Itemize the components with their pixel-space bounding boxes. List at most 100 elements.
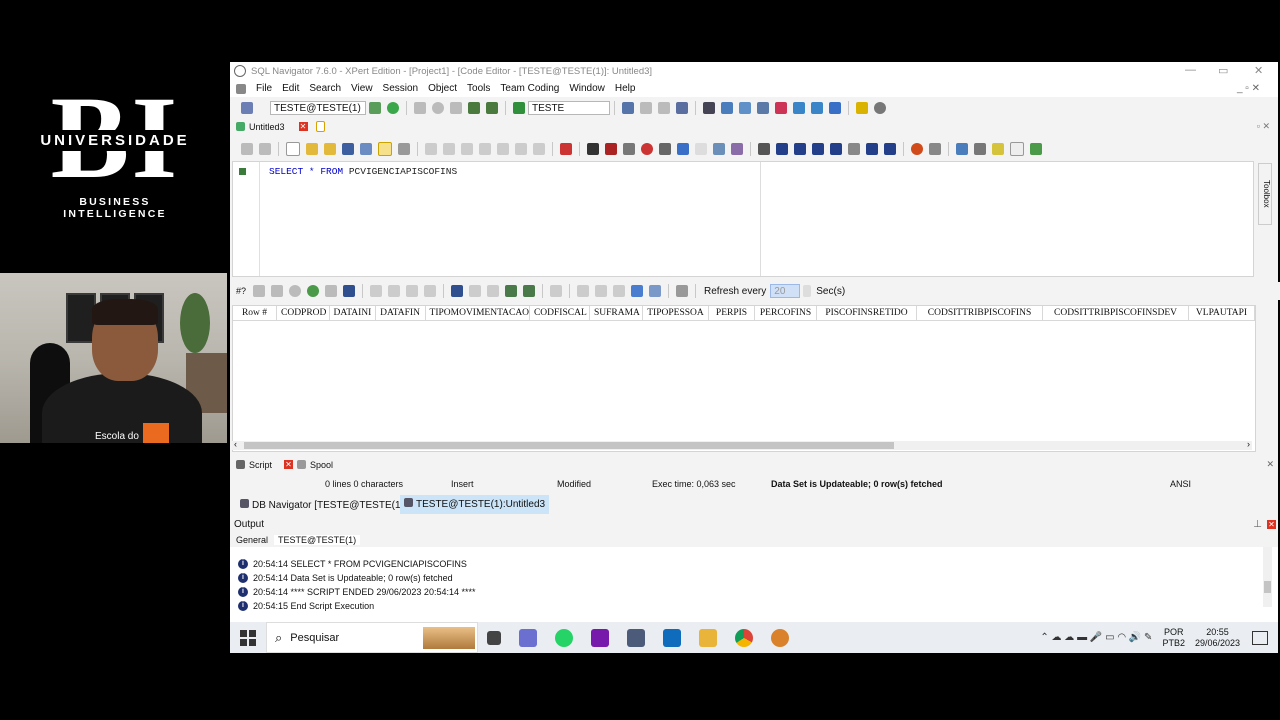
grid-column-header[interactable]: CODPROD (277, 306, 330, 320)
save-grid-icon[interactable] (343, 285, 356, 297)
sql-opt-icon[interactable] (677, 143, 689, 155)
tab-session[interactable]: TESTE@TESTE(1) (274, 535, 361, 545)
first-icon[interactable] (776, 143, 788, 155)
highlight-icon[interactable] (992, 143, 1004, 155)
nav-icon[interactable] (811, 102, 823, 114)
list-icon[interactable] (974, 143, 986, 155)
toolbox-tab[interactable]: Toolbox (1258, 163, 1272, 225)
notifications-icon[interactable] (1252, 630, 1268, 645)
clock[interactable]: 20:55 29/06/2023 (1195, 627, 1240, 649)
project-icon[interactable] (739, 102, 751, 114)
grid-column-header[interactable]: Row # (233, 306, 277, 320)
layout-icon[interactable] (398, 143, 410, 155)
find-object-icon[interactable] (640, 102, 652, 114)
grid-hscrollbar[interactable]: ‹ › (232, 439, 1252, 450)
export-icon[interactable] (829, 102, 841, 114)
explain-icon[interactable] (468, 102, 480, 114)
panel-close-icon[interactable]: ✕ (1266, 459, 1274, 470)
stop-icon[interactable] (432, 102, 444, 114)
taskbar-search[interactable]: ⌕ Pesquisar (266, 622, 478, 653)
filter-icon[interactable] (587, 143, 599, 155)
scroll-right-icon[interactable]: › (1247, 439, 1250, 449)
prior-record-icon[interactable] (388, 285, 401, 297)
sql-navigator-taskbar-icon[interactable] (627, 628, 645, 647)
mdi-controls-icon[interactable]: _ ▫ ✕ (1237, 83, 1260, 94)
new-icon[interactable] (286, 142, 300, 156)
columns-icon[interactable] (550, 285, 563, 297)
execute-icon[interactable] (560, 143, 572, 155)
sql-code[interactable]: SELECT * FROM PCVIGENCIAPISCOFINS (269, 166, 457, 177)
history-icon[interactable] (757, 102, 769, 114)
undo-icon[interactable] (425, 143, 437, 155)
first-record-icon[interactable] (370, 285, 383, 297)
rollback-icon[interactable] (450, 102, 462, 114)
grid-view-icon[interactable] (623, 143, 635, 155)
help-icon[interactable] (856, 102, 868, 114)
refresh-interval-input[interactable]: 20 (770, 284, 801, 298)
tab-script[interactable]: Script (249, 460, 272, 470)
format-icon[interactable] (378, 142, 392, 156)
stop-exec-icon[interactable] (641, 143, 653, 155)
cancel-icon[interactable] (289, 285, 302, 297)
app-menu-icon[interactable] (236, 83, 246, 94)
tree-icon[interactable] (793, 102, 805, 114)
scroll-left-icon[interactable]: ‹ (234, 439, 237, 449)
db-icon[interactable] (721, 102, 733, 114)
forward-icon[interactable] (259, 143, 271, 155)
minimize-icon[interactable]: — (1185, 64, 1196, 76)
prev-icon[interactable] (794, 143, 806, 155)
menu-object[interactable]: Object (428, 83, 457, 94)
expand-icon[interactable] (577, 285, 590, 297)
form-mode-icon[interactable] (649, 285, 662, 297)
grid-column-header[interactable]: DATAINI (330, 306, 376, 320)
grid-column-header[interactable]: CODSITTRIBPISCOFINSDEV (1043, 306, 1189, 320)
print-icon[interactable] (325, 285, 338, 297)
ampersand-icon[interactable] (695, 143, 707, 155)
grid-column-header[interactable]: VLPAUTAPI (1189, 306, 1255, 320)
commit-icon[interactable] (387, 102, 399, 114)
pause-icon[interactable] (414, 102, 426, 114)
indent-icon[interactable] (515, 143, 527, 155)
last-record-icon[interactable] (424, 285, 437, 297)
pin-icon[interactable]: ⊥ (1253, 517, 1262, 533)
window-icon[interactable] (1010, 142, 1024, 156)
grid-mode-icon[interactable] (631, 285, 644, 297)
grid-column-header[interactable]: PERCOFINS (755, 306, 817, 320)
describe-icon[interactable] (622, 102, 634, 114)
code-icon[interactable] (676, 102, 688, 114)
outdent-icon[interactable] (533, 143, 545, 155)
grid-column-header[interactable]: TIPOMOVIMENTACAO (426, 306, 530, 320)
save-icon[interactable] (342, 143, 354, 155)
end-icon[interactable] (884, 143, 896, 155)
tab-general[interactable]: General (236, 535, 268, 545)
menu-tools[interactable]: Tools (467, 83, 490, 94)
panel-controls-icon[interactable]: ▫ ✕ (1257, 121, 1270, 132)
app-icon-1[interactable] (519, 628, 537, 647)
next-record-icon[interactable] (406, 285, 419, 297)
cut-icon[interactable] (479, 143, 491, 155)
step-icon[interactable] (758, 143, 770, 155)
scroll-thumb[interactable] (244, 442, 894, 449)
grid-icon[interactable] (658, 102, 670, 114)
output-close-icon[interactable]: ✕ (1267, 520, 1276, 529)
result-grid[interactable]: Row # CODPROD DATAINI DATAFIN TIPOMOVIMENTAC… (232, 305, 1256, 452)
debug-icon[interactable] (775, 102, 787, 114)
compare-icon[interactable] (713, 143, 725, 155)
filter-grid-icon[interactable] (253, 285, 266, 297)
close-icon[interactable]: ✕ (1254, 64, 1263, 77)
clear-filter-icon[interactable] (605, 143, 617, 155)
schema-combo[interactable]: TESTE (528, 101, 610, 115)
start-icon[interactable] (240, 629, 256, 646)
stop-square-icon[interactable] (848, 143, 860, 155)
edit-record-icon[interactable] (487, 285, 500, 297)
check-icon[interactable] (1030, 143, 1042, 155)
breakpoint-icon[interactable] (911, 143, 923, 155)
play-icon[interactable] (812, 143, 824, 155)
redo-icon[interactable] (443, 143, 455, 155)
explain-plan-icon[interactable] (659, 143, 671, 155)
sql-editor[interactable]: SELECT * FROM PCVIGENCIAPISCOFINS (232, 161, 1254, 277)
onenote-icon[interactable] (591, 628, 609, 647)
menu-session[interactable]: Session (383, 83, 419, 94)
session-combo[interactable]: TESTE@TESTE(1) (270, 101, 366, 115)
grid-column-header[interactable]: PERPIS (709, 306, 755, 320)
